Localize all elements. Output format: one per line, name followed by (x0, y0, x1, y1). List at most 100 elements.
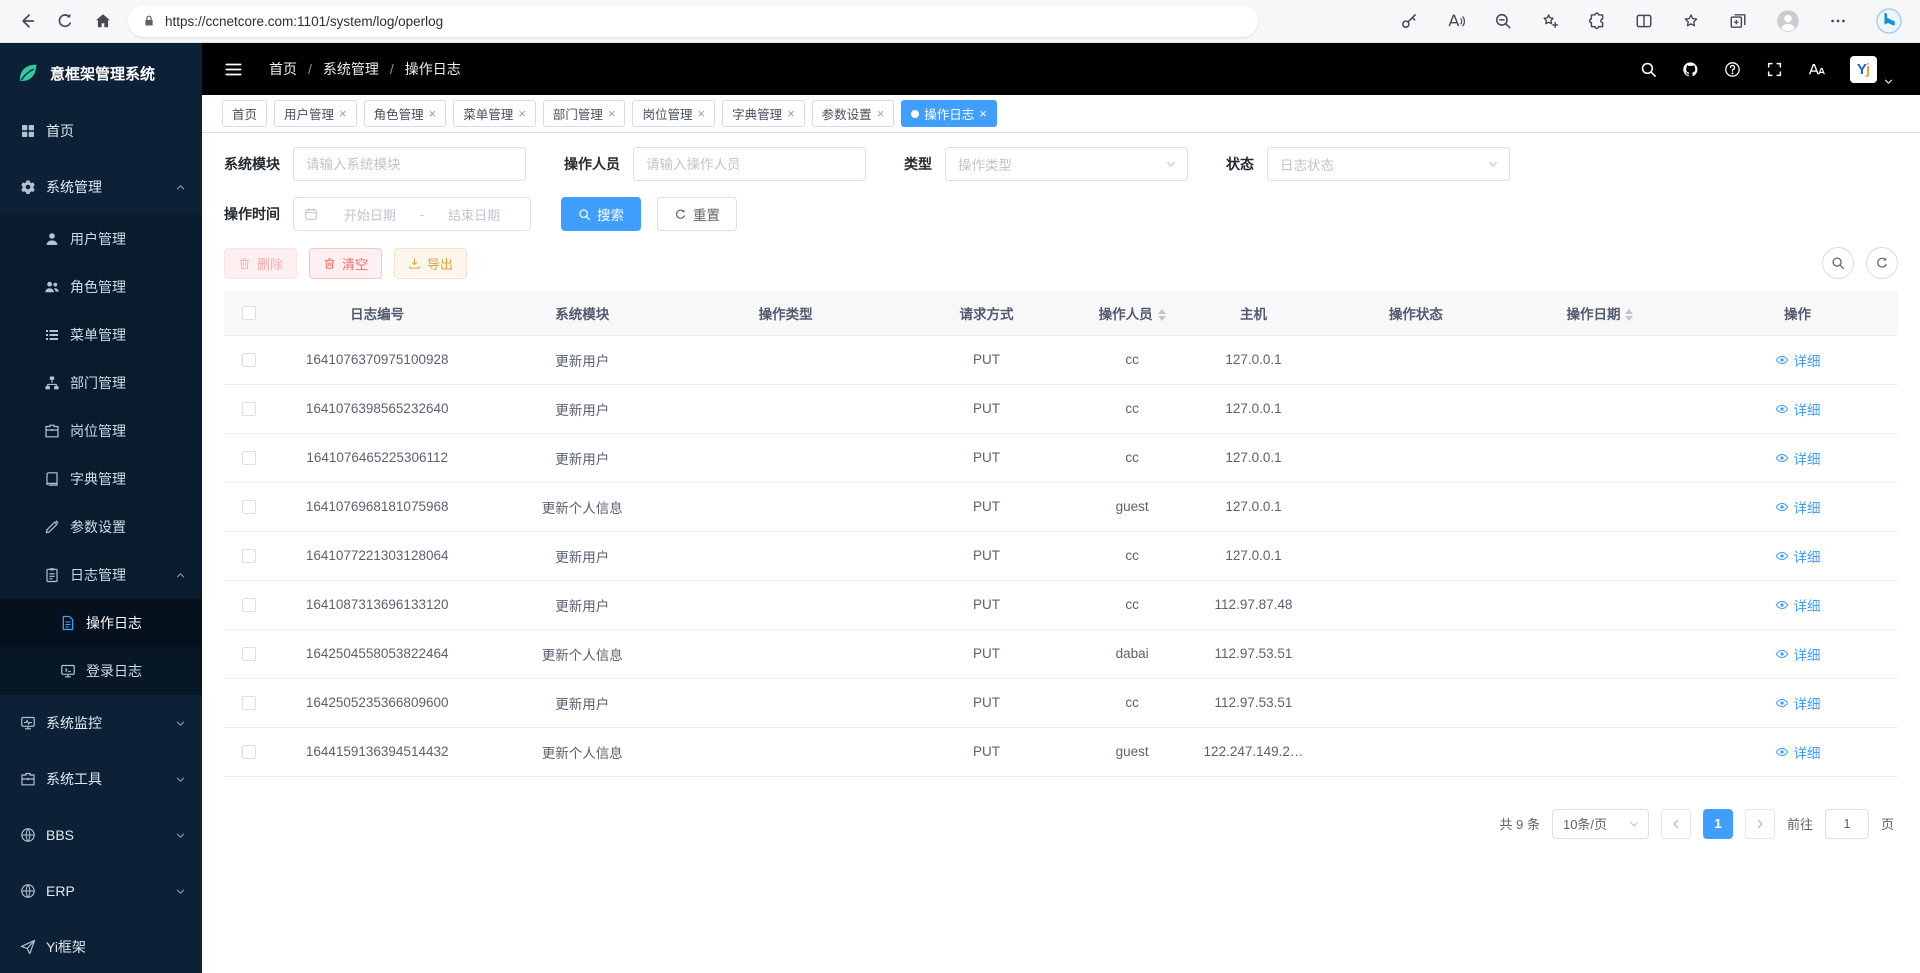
tab-menu-mgmt[interactable]: 菜单管理× (453, 100, 536, 127)
sidebar-toggle-icon[interactable] (224, 60, 243, 79)
reset-button[interactable]: 重置 (657, 197, 737, 231)
font-size-icon[interactable] (1808, 61, 1825, 78)
detail-link[interactable]: 详细 (1775, 644, 1821, 664)
home-icon[interactable] (94, 12, 112, 30)
detail-link[interactable]: 详细 (1775, 399, 1821, 419)
sidebar-item-bbs[interactable]: BBS (0, 807, 202, 863)
sidebar-item-log-mgmt[interactable]: 日志管理 (0, 551, 202, 599)
tab-post-mgmt[interactable]: 岗位管理× (632, 100, 715, 127)
sidebar-item-home[interactable]: 首页 (0, 103, 202, 159)
clear-button[interactable]: 清空 (309, 248, 382, 279)
next-page-button[interactable] (1745, 809, 1775, 839)
detail-link[interactable]: 详细 (1775, 350, 1821, 370)
sort-caret-icon[interactable] (1158, 309, 1166, 321)
fullscreen-icon[interactable] (1766, 61, 1783, 78)
zoom-out-icon[interactable] (1494, 12, 1512, 30)
row-checkbox[interactable] (242, 353, 256, 367)
row-checkbox[interactable] (242, 500, 256, 514)
tab-close-icon[interactable]: × (339, 107, 347, 120)
column-header[interactable]: 操作人员 (1086, 291, 1178, 335)
detail-link[interactable]: 详细 (1775, 497, 1821, 517)
tab-user-mgmt[interactable]: 用户管理× (274, 100, 357, 127)
app-logo: 意框架管理系统 (0, 43, 202, 103)
row-checkbox[interactable] (242, 745, 256, 759)
sidebar-item-oper-log[interactable]: 操作日志 (0, 599, 202, 647)
collections-icon[interactable] (1729, 12, 1747, 30)
select-all-checkbox[interactable] (242, 306, 256, 320)
tab-param-settings[interactable]: 参数设置× (812, 100, 895, 127)
read-aloud-icon[interactable] (1447, 12, 1465, 30)
tab-home[interactable]: 首页 (222, 100, 267, 127)
github-icon[interactable] (1682, 61, 1699, 78)
refresh-table-button[interactable] (1866, 247, 1898, 279)
tab-close-icon[interactable]: × (697, 107, 705, 120)
row-checkbox[interactable] (242, 402, 256, 416)
module-input[interactable] (293, 147, 526, 181)
search-button[interactable]: 搜索 (561, 197, 641, 231)
tab-close-icon[interactable]: × (608, 107, 616, 120)
sidebar-item-dept-mgmt[interactable]: 部门管理 (0, 359, 202, 407)
favorites-icon[interactable] (1682, 12, 1700, 30)
row-checkbox[interactable] (242, 549, 256, 563)
detail-link[interactable]: 详细 (1775, 693, 1821, 713)
date-range-picker[interactable]: 开始日期 - 结束日期 (293, 197, 531, 231)
export-button[interactable]: 导出 (394, 248, 467, 279)
toggle-search-button[interactable] (1822, 247, 1854, 279)
sidebar-item-dict-mgmt[interactable]: 字典管理 (0, 455, 202, 503)
reload-icon[interactable] (56, 12, 74, 30)
tab-close-icon[interactable]: × (429, 107, 437, 120)
row-checkbox[interactable] (242, 696, 256, 710)
delete-button[interactable]: 删除 (224, 248, 297, 279)
status-select[interactable]: 日志状态 (1267, 147, 1510, 181)
sidebar-item-sys-monitor[interactable]: 系统监控 (0, 695, 202, 751)
sidebar-item-user-mgmt[interactable]: 用户管理 (0, 215, 202, 263)
goto-page-input[interactable] (1825, 809, 1869, 839)
prev-page-button[interactable] (1661, 809, 1691, 839)
tab-close-icon[interactable]: × (979, 107, 987, 120)
tab-close-icon[interactable]: × (877, 107, 885, 120)
extensions-icon[interactable] (1588, 12, 1606, 30)
tab-role-mgmt[interactable]: 角色管理× (364, 100, 447, 127)
tab-dict-mgmt[interactable]: 字典管理× (722, 100, 805, 127)
breadcrumb-item[interactable]: 首页 (269, 59, 297, 79)
operator-input[interactable] (633, 147, 866, 181)
sidebar-item-yi-framework[interactable]: Yi框架 (0, 919, 202, 973)
sidebar-item-sys-tools[interactable]: 系统工具 (0, 751, 202, 807)
back-icon[interactable] (18, 12, 36, 30)
row-checkbox[interactable] (242, 598, 256, 612)
split-screen-icon[interactable] (1635, 12, 1653, 30)
type-select[interactable]: 操作类型 (945, 147, 1188, 181)
chevron-down-icon[interactable] (1883, 76, 1894, 87)
breadcrumb-item[interactable]: 系统管理 (323, 59, 379, 79)
sidebar-item-param-settings[interactable]: 参数设置 (0, 503, 202, 551)
detail-link[interactable]: 详细 (1775, 742, 1821, 762)
detail-link[interactable]: 详细 (1775, 546, 1821, 566)
sidebar-item-erp[interactable]: ERP (0, 863, 202, 919)
more-icon[interactable] (1829, 12, 1847, 30)
row-checkbox[interactable] (242, 647, 256, 661)
current-page[interactable]: 1 (1703, 809, 1733, 839)
browser-url-bar[interactable]: https://ccnetcore.com:1101/system/log/op… (128, 6, 1258, 37)
detail-link[interactable]: 详细 (1775, 448, 1821, 468)
user-avatar[interactable]: Y j (1850, 56, 1877, 83)
sidebar-item-menu-mgmt[interactable]: 菜单管理 (0, 311, 202, 359)
question-icon[interactable] (1724, 61, 1741, 78)
sidebar-item-role-mgmt[interactable]: 角色管理 (0, 263, 202, 311)
column-header[interactable]: 操作日期 (1503, 291, 1697, 335)
bing-icon[interactable] (1876, 8, 1902, 34)
search-icon[interactable] (1640, 61, 1657, 78)
row-checkbox[interactable] (242, 451, 256, 465)
tab-dept-mgmt[interactable]: 部门管理× (543, 100, 626, 127)
page-size-select[interactable]: 10条/页 (1552, 809, 1649, 839)
sidebar-item-login-log[interactable]: 登录日志 (0, 647, 202, 695)
sidebar-item-system-mgmt[interactable]: 系统管理 (0, 159, 202, 215)
sort-caret-icon[interactable] (1625, 309, 1633, 321)
key-icon[interactable] (1400, 12, 1418, 30)
profile-avatar-icon[interactable] (1776, 9, 1800, 33)
sidebar-item-post-mgmt[interactable]: 岗位管理 (0, 407, 202, 455)
tab-close-icon[interactable]: × (518, 107, 526, 120)
tab-close-icon[interactable]: × (787, 107, 795, 120)
favorites-add-icon[interactable] (1541, 12, 1559, 30)
tab-oper-log[interactable]: 操作日志× (901, 100, 997, 127)
detail-link[interactable]: 详细 (1775, 595, 1821, 615)
